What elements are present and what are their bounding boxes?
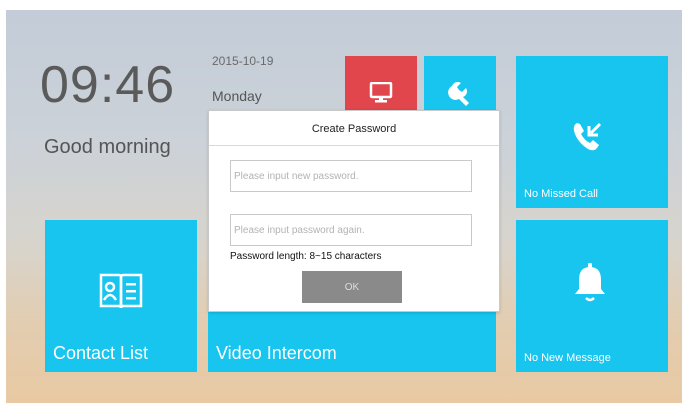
ok-button[interactable]: OK [302, 271, 402, 303]
monitor-icon [369, 81, 393, 109]
missed-call-tile[interactable]: No Missed Call [516, 56, 668, 208]
contact-book-icon [99, 272, 143, 317]
password-length-hint: Password length: 8~15 characters [230, 251, 382, 262]
greeting-text: Good morning [44, 136, 171, 158]
clock-time: 09:46 [40, 56, 176, 114]
create-password-dialog: Create Password Password length: 8~15 ch… [208, 110, 500, 312]
contact-list-label: Contact List [53, 343, 149, 363]
date-text: 2015-10-19 [212, 54, 274, 68]
contact-list-tile[interactable]: Contact List [45, 220, 197, 372]
home-screen: 09:46 Good morning 2015-10-19 Monday No … [6, 10, 682, 403]
wrench-icon [448, 80, 474, 111]
bell-icon [572, 262, 608, 309]
weekday-text: Monday [212, 88, 262, 104]
new-password-input[interactable] [230, 160, 472, 192]
message-tile[interactable]: No New Message [516, 220, 668, 372]
confirm-password-input[interactable] [230, 214, 472, 246]
video-intercom-label: Video Intercom [216, 343, 337, 363]
message-label: No New Message [524, 352, 611, 364]
screen: 09:46 Good morning 2015-10-19 Monday No … [0, 0, 688, 411]
missed-call-icon [570, 118, 606, 159]
missed-call-label: No Missed Call [524, 188, 598, 200]
dialog-divider [209, 145, 499, 146]
dialog-title: Create Password [311, 123, 397, 135]
